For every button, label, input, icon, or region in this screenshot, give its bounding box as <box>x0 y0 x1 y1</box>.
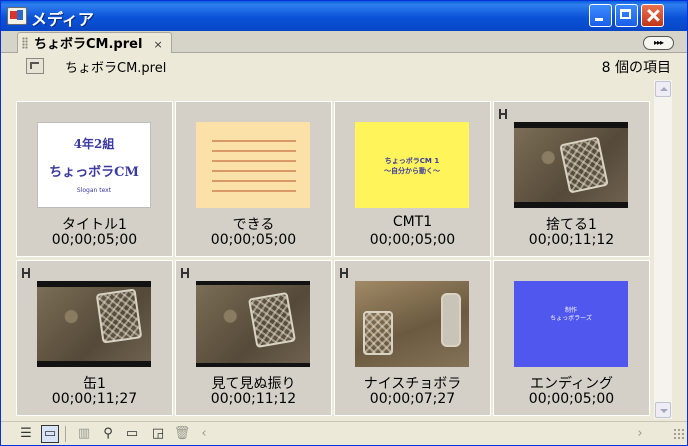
media-item[interactable]: 4年2組 ちょっボラCM Slogan text タイトル1 00;00;05;… <box>16 101 173 257</box>
item-name: エンディング <box>529 376 614 392</box>
item-duration: 00;00;11;12 <box>210 391 297 407</box>
media-item[interactable]: 見て見ぬ振り 00;00;11;12 <box>175 260 332 416</box>
item-name: CMT1 <box>392 214 433 230</box>
item-duration: 00;00;05;00 <box>528 391 615 407</box>
close-button[interactable] <box>641 4 664 27</box>
thumbnail[interactable] <box>37 281 151 367</box>
scroll-up-icon[interactable] <box>655 81 671 97</box>
thumb-text: ちょっボラCM 1 <box>384 157 440 165</box>
tab-row: ちょボラCM.prel × ▸▸▸ <box>1 31 687 53</box>
thumbnail[interactable] <box>196 281 310 367</box>
scroll-right-icon[interactable]: › <box>631 425 649 443</box>
parent-folder-icon[interactable] <box>26 58 44 74</box>
window-title: メディア <box>31 10 94 29</box>
bottom-toolbar: ☰ ▭ ▥ ⚲ ▭ ◲ 🗑 ‹ › <box>1 421 687 445</box>
bin-name: ちょボラCM.prel <box>65 61 167 76</box>
new-item-icon[interactable]: ◲ <box>149 425 167 443</box>
item-name: 見て見ぬ振り <box>211 376 296 392</box>
thumb-text: ちょっボラCM <box>49 165 139 180</box>
film-icon <box>499 109 507 119</box>
scroll-left-icon[interactable]: ‹ <box>195 425 213 443</box>
item-duration: 00;00;07;27 <box>369 391 456 407</box>
info-row: ちょボラCM.prel 8 個の項目 <box>1 53 687 79</box>
media-item[interactable]: できる 00;00;05;00 <box>175 101 332 257</box>
item-duration: 00;00;05;00 <box>51 232 138 248</box>
automate-icon[interactable]: ▥ <box>75 425 93 443</box>
list-view-icon[interactable]: ☰ <box>17 425 35 443</box>
panel-menu-button[interactable]: ▸▸▸ <box>643 36 674 50</box>
item-duration: 00;00;05;00 <box>369 232 456 248</box>
thumb-text: ～自分から動く～ <box>384 167 440 175</box>
minimize-button[interactable] <box>589 4 612 27</box>
tab-project[interactable]: ちょボラCM.prel × <box>17 32 172 53</box>
title-bar[interactable]: メディア <box>1 1 687 31</box>
item-name: 缶1 <box>83 376 106 392</box>
media-window: メディア ちょボラCM.prel × ▸▸▸ ちょボラCM.prel 8 個の項… <box>0 0 688 446</box>
item-name: 捨てる1 <box>546 217 597 233</box>
item-name: タイトル1 <box>62 217 127 233</box>
film-icon <box>181 268 189 278</box>
media-item[interactable]: ナイスチョボラ 00;00;07;27 <box>334 260 491 416</box>
resize-grip-icon[interactable] <box>673 428 685 440</box>
item-duration: 00;00;11;12 <box>528 232 615 248</box>
app-icon <box>7 7 27 25</box>
tab-label: ちょボラCM.prel <box>34 37 143 52</box>
scroll-down-icon[interactable] <box>655 402 671 418</box>
media-item[interactable]: ちょっボラCM 1 ～自分から動く～ CMT1 00;00;05;00 <box>334 101 491 257</box>
media-item[interactable]: 制作 ちょっボラーズ エンディング 00;00;05;00 <box>493 260 650 416</box>
thumbnail[interactable] <box>196 122 310 208</box>
item-name: ナイスチョボラ <box>363 376 462 392</box>
tab-close-icon[interactable]: × <box>154 35 163 55</box>
trash-icon[interactable]: 🗑 <box>173 425 191 443</box>
grip-icon[interactable] <box>22 37 28 49</box>
thumbnail[interactable] <box>355 281 469 367</box>
film-icon <box>340 268 348 278</box>
thumbnail[interactable]: ちょっボラCM 1 ～自分から動く～ <box>355 122 469 208</box>
thumb-text: 4年2組 <box>73 137 115 151</box>
item-count: 8 個の項目 <box>601 60 671 76</box>
media-item[interactable]: 缶1 00;00;11;27 <box>16 260 173 416</box>
item-name: できる <box>232 217 275 233</box>
new-bin-icon[interactable]: ▭ <box>123 425 141 443</box>
thumb-text: ちょっボラーズ <box>550 315 592 322</box>
thumbnail[interactable] <box>514 122 628 208</box>
vertical-scrollbar[interactable] <box>654 80 672 419</box>
maximize-button[interactable] <box>615 4 638 27</box>
media-item[interactable]: 捨てる1 00;00;11;12 <box>493 101 650 257</box>
thumbnail[interactable]: 制作 ちょっボラーズ <box>514 281 628 367</box>
item-duration: 00;00;05;00 <box>210 232 297 248</box>
find-icon[interactable]: ⚲ <box>99 425 117 443</box>
thumbnail[interactable]: 4年2組 ちょっボラCM Slogan text <box>37 122 151 208</box>
item-duration: 00;00;11;27 <box>51 391 138 407</box>
thumb-text: Slogan text <box>76 187 112 194</box>
toolbar-divider <box>65 426 66 442</box>
icon-view-icon[interactable]: ▭ <box>41 425 59 443</box>
film-icon <box>22 268 30 278</box>
